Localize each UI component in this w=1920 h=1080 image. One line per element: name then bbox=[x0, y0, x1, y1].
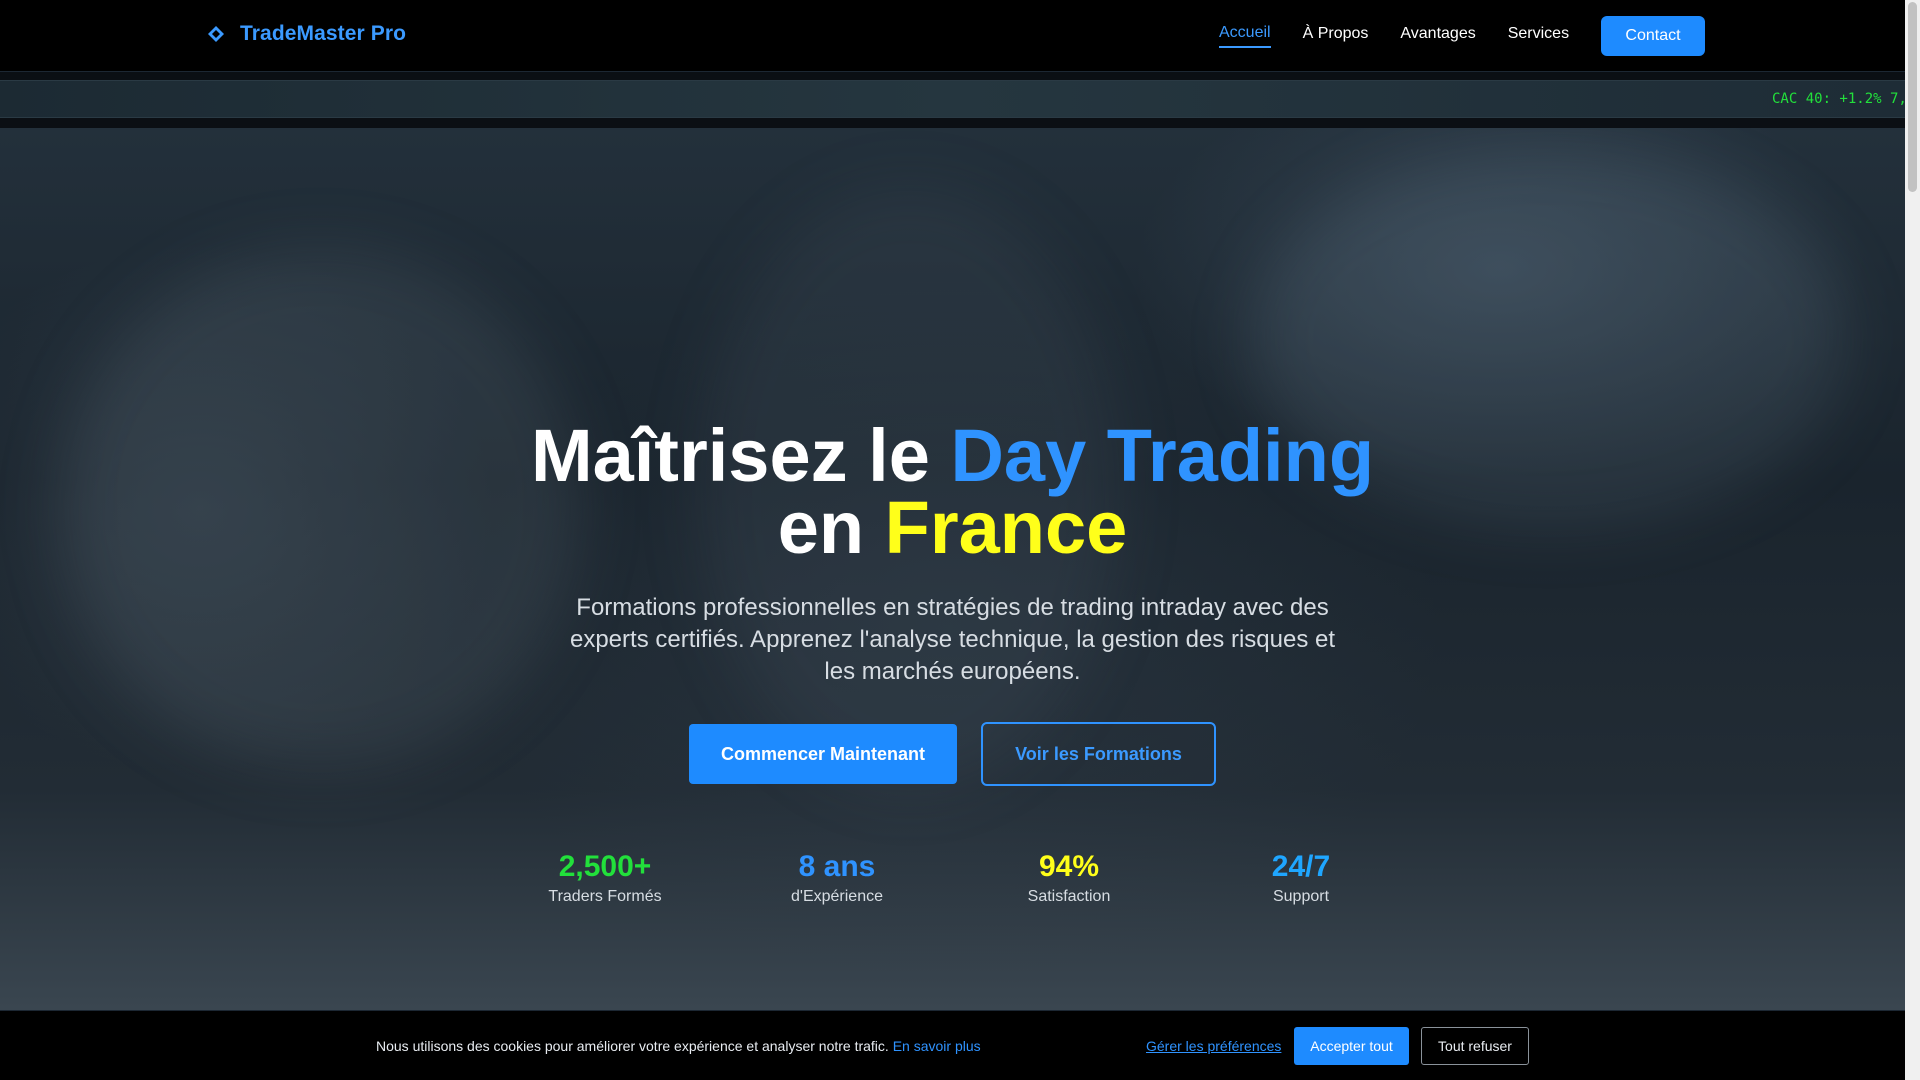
hero-title-part1: Maîtrisez le bbox=[530, 414, 951, 497]
hero-title-highlight-day-trading: Day Trading bbox=[950, 414, 1375, 497]
market-ticker: CAC 40: +1.2% 7, bbox=[0, 80, 1905, 118]
nav-link-services[interactable]: Services bbox=[1508, 25, 1569, 47]
stat-item: 24/7 Support bbox=[1185, 850, 1417, 906]
stat-label: Satisfaction bbox=[1027, 888, 1111, 905]
stat-value: 24/7 bbox=[1271, 850, 1331, 883]
brand-name: TradeMaster Pro bbox=[240, 22, 407, 45]
cookie-consent-bar: Nous utilisons des cookies pour améliore… bbox=[0, 1010, 1905, 1080]
stat-label: Support bbox=[1272, 888, 1330, 905]
nav-link-a-propos[interactable]: À Propos bbox=[1303, 25, 1369, 47]
start-now-button[interactable]: Commencer Maintenant bbox=[689, 724, 957, 784]
cookie-accept-all-button[interactable]: Accepter tout bbox=[1294, 1027, 1409, 1065]
cookie-message-text: Nous utilisons des cookies pour améliore… bbox=[376, 1038, 889, 1054]
cookie-message: Nous utilisons des cookies pour améliore… bbox=[376, 1038, 981, 1054]
cookie-learn-more-link[interactable]: En savoir plus bbox=[893, 1038, 981, 1054]
page-scrollbar[interactable] bbox=[1905, 0, 1920, 1080]
contact-button[interactable]: Contact bbox=[1601, 16, 1705, 56]
hero-section: Maîtrisez le Day Trading en France Forma… bbox=[0, 128, 1905, 1010]
stat-value: 94% bbox=[1038, 850, 1100, 883]
stat-value: 2,500+ bbox=[558, 850, 652, 883]
scrollbar-thumb[interactable] bbox=[1908, 2, 1917, 192]
hero-subtitle: Formations professionnelles en stratégie… bbox=[569, 594, 1336, 685]
stat-item: 2,500+ Traders Formés bbox=[489, 850, 721, 906]
hero-title-highlight-france: France bbox=[884, 486, 1128, 569]
nav-links: Accueil À Propos Avantages Services bbox=[1219, 0, 1601, 72]
cookie-preferences-link[interactable]: Gérer les préférences bbox=[1146, 1038, 1281, 1054]
stat-item: 8 ans d'Expérience bbox=[721, 850, 953, 906]
stats-row: 2,500+ Traders Formés 8 ans d'Expérience… bbox=[489, 850, 1415, 910]
navbar: TradeMaster Pro Accueil À Propos Avantag… bbox=[0, 0, 1905, 72]
view-trainings-button[interactable]: Voir les Formations bbox=[981, 722, 1216, 786]
stat-label: d'Expérience bbox=[791, 888, 883, 905]
diamond-outline-icon bbox=[206, 24, 226, 44]
brand-logo-link[interactable]: TradeMaster Pro bbox=[206, 22, 406, 46]
hero-title-part2: en bbox=[777, 486, 885, 569]
stat-value: 8 ans bbox=[798, 850, 876, 883]
stat-item: 94% Satisfaction bbox=[953, 850, 1185, 906]
hero-title: Maîtrisez le Day Trading en France bbox=[0, 419, 1905, 565]
ticker-text: CAC 40: +1.2% 7, bbox=[1772, 91, 1905, 107]
nav-link-avantages[interactable]: Avantages bbox=[1400, 25, 1475, 47]
cookie-refuse-all-button[interactable]: Tout refuser bbox=[1421, 1027, 1529, 1065]
stat-label: Traders Formés bbox=[548, 888, 662, 905]
nav-link-accueil[interactable]: Accueil bbox=[1219, 24, 1271, 48]
